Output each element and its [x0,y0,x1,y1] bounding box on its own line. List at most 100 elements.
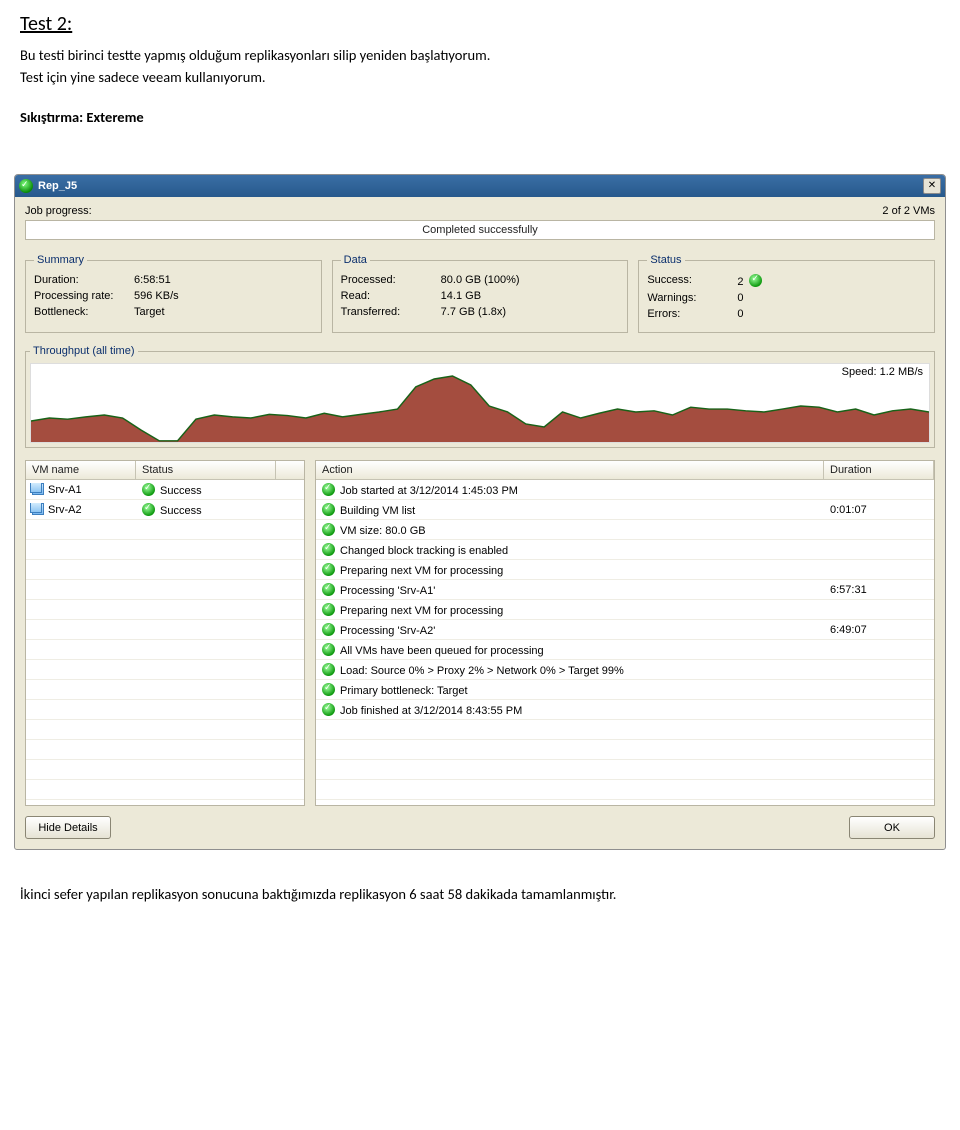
action-text: Changed block tracking is enabled [340,545,508,557]
table-row[interactable] [26,700,304,720]
table-row[interactable] [26,760,304,780]
table-row[interactable]: Srv-A1Success [26,480,304,500]
table-row[interactable]: Changed block tracking is enabled [316,540,934,560]
check-icon [322,703,335,716]
check-icon [142,483,155,496]
read-value: 14.1 GB [441,290,620,302]
vm-icon [32,503,44,515]
table-row[interactable] [26,780,304,800]
action-text: All VMs have been queued for processing [340,645,544,657]
table-row[interactable] [26,540,304,560]
warnings-value: 0 [737,292,926,304]
action-text: Primary bottleneck: Target [340,685,468,697]
action-text: Preparing next VM for processing [340,565,503,577]
action-text: Job started at 3/12/2014 1:45:03 PM [340,485,518,497]
table-row[interactable]: Primary bottleneck: Target [316,680,934,700]
table-row[interactable] [316,760,934,780]
table-row[interactable] [316,780,934,800]
vm-status-header[interactable]: Status [136,461,276,479]
doc-line-1: Bu testi birinci testte yapmış olduğum r… [20,46,940,64]
veeam-job-window: Rep_J5 ✕ Job progress: 2 of 2 VMs Comple… [14,174,946,850]
doc-compression: Sıkıştırma: Extereme [20,108,940,126]
vm-count-text: 2 of 2 VMs [882,205,935,217]
check-icon [322,503,335,516]
job-success-icon [19,179,33,193]
table-row[interactable] [26,720,304,740]
close-icon[interactable]: ✕ [923,178,941,194]
duration-value: 6:58:51 [134,274,313,286]
errors-label: Errors: [647,308,737,320]
status-panel: Status Success: 2 Warnings:0 Errors:0 [638,254,935,333]
processed-label: Processed: [341,274,441,286]
table-row[interactable] [26,580,304,600]
action-text: Processing 'Srv-A1' [340,585,435,597]
table-row[interactable]: Processing 'Srv-A2'6:49:07 [316,620,934,640]
job-progress-bar: Completed successfully [25,220,935,240]
table-row[interactable] [26,640,304,660]
ok-button[interactable]: OK [849,816,935,839]
speed-label: Speed: 1.2 MB/s [842,366,923,378]
action-text: Preparing next VM for processing [340,605,503,617]
check-icon [322,563,335,576]
table-row[interactable] [26,660,304,680]
action-text: Load: Source 0% > Proxy 2% > Network 0% … [340,665,624,677]
action-duration: 6:49:07 [824,624,934,636]
vm-status: Success [160,505,202,517]
success-check-icon [749,274,762,287]
table-row[interactable] [26,560,304,580]
errors-value: 0 [737,308,926,320]
summary-panel: Summary Duration:6:58:51 Processing rate… [25,254,322,333]
doc-heading: Test 2: [20,12,940,36]
action-text: VM size: 80.0 GB [340,525,426,537]
vm-icon [32,483,44,495]
action-table: Action Duration Job started at 3/12/2014… [315,460,935,806]
table-row[interactable] [316,720,934,740]
table-row[interactable]: VM size: 80.0 GB [316,520,934,540]
status-legend: Status [647,254,684,266]
vm-name-header[interactable]: VM name [26,461,136,479]
table-row[interactable] [26,600,304,620]
data-panel: Data Processed:80.0 GB (100%) Read:14.1 … [332,254,629,333]
transferred-value: 7.7 GB (1.8x) [441,306,620,318]
processed-value: 80.0 GB (100%) [441,274,620,286]
table-row[interactable]: Srv-A2Success [26,500,304,520]
table-row[interactable]: All VMs have been queued for processing [316,640,934,660]
read-label: Read: [341,290,441,302]
bottleneck-value: Target [134,306,313,318]
table-row[interactable]: Load: Source 0% > Proxy 2% > Network 0% … [316,660,934,680]
table-row[interactable]: Preparing next VM for processing [316,560,934,580]
check-icon [322,483,335,496]
table-row[interactable]: Job started at 3/12/2014 1:45:03 PM [316,480,934,500]
action-text: Job finished at 3/12/2014 8:43:55 PM [340,705,522,717]
check-icon [142,503,155,516]
window-title: Rep_J5 [38,180,77,192]
table-row[interactable] [26,620,304,640]
vm-status: Success [160,485,202,497]
rate-value: 596 KB/s [134,290,313,302]
check-icon [322,623,335,636]
check-icon [322,643,335,656]
titlebar[interactable]: Rep_J5 ✕ [15,175,945,197]
job-progress-label: Job progress: [25,205,92,217]
warnings-label: Warnings: [647,292,737,304]
action-text: Building VM list [340,505,415,517]
rate-label: Processing rate: [34,290,134,302]
action-duration: 6:57:31 [824,584,934,596]
action-header[interactable]: Action [316,461,824,479]
success-value: 2 [737,276,743,288]
table-row[interactable] [26,680,304,700]
check-icon [322,663,335,676]
table-row[interactable]: Preparing next VM for processing [316,600,934,620]
table-row[interactable] [26,520,304,540]
duration-header[interactable]: Duration [824,461,934,479]
hide-details-button[interactable]: Hide Details [25,816,111,839]
table-row[interactable] [316,740,934,760]
success-label: Success: [647,274,737,288]
throughput-chart: Speed: 1.2 MB/s [30,363,930,443]
table-row[interactable]: Processing 'Srv-A1' 6:57:31 [316,580,934,600]
summary-legend: Summary [34,254,87,266]
table-row[interactable]: Job finished at 3/12/2014 8:43:55 PM [316,700,934,720]
table-row[interactable]: Building VM list0:01:07 [316,500,934,520]
doc-footer: İkinci sefer yapılan replikasyon sonucun… [0,865,960,919]
table-row[interactable] [26,740,304,760]
